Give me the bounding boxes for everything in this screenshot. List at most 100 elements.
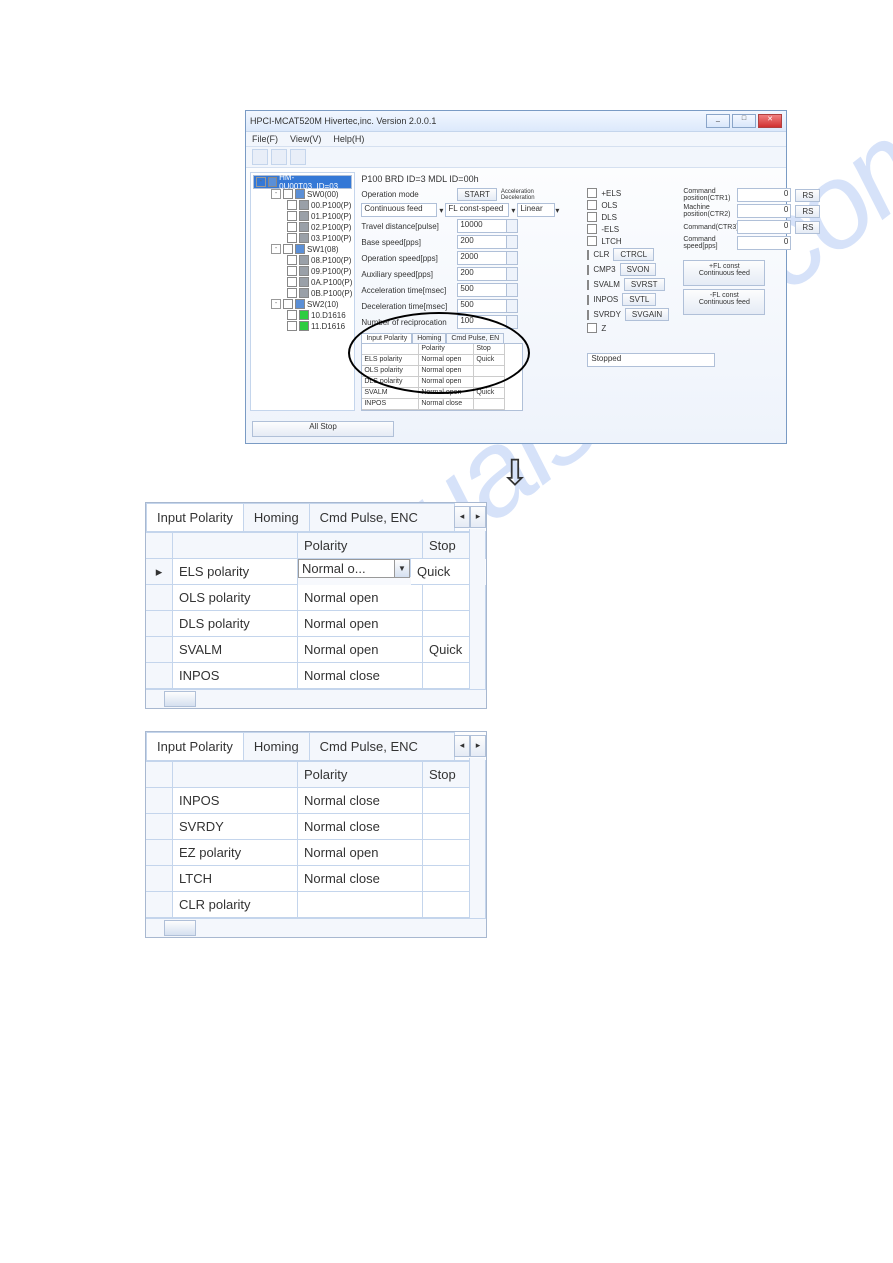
svrst-button[interactable]: SVRST [624,278,665,291]
checkbox[interactable] [287,200,297,210]
grid-cell[interactable]: Normal open [298,840,423,866]
svon-button[interactable]: SVON [620,263,657,276]
tree-item[interactable]: 0B.P100(P) [311,289,352,298]
tree-item[interactable]: 0A.P100(P) [311,278,352,287]
open-icon[interactable] [252,149,268,165]
spinner[interactable] [507,299,518,313]
grid-cell[interactable]: Normal open [298,637,423,663]
spinner[interactable] [507,219,518,233]
checkbox[interactable] [287,266,297,276]
spinner[interactable] [507,235,518,249]
grid-cell[interactable]: INPOS [173,788,298,814]
base-input[interactable]: 200 [457,235,507,249]
close-button[interactable]: ✕ [758,114,782,128]
collapse-icon[interactable]: - [271,189,281,199]
rs-button[interactable]: RS [795,189,820,202]
linear-select[interactable]: Linear [517,203,555,217]
tab-cmd-pulse[interactable]: Cmd Pulse, ENC [309,503,455,531]
maximize-button[interactable]: □ [732,114,756,128]
flconst-select[interactable]: FL const-speed [445,203,509,217]
tree-item[interactable]: 08.P100(P) [311,256,351,265]
spinner[interactable] [507,267,518,281]
collapse-icon[interactable]: - [256,177,266,187]
grid-cell[interactable]: INPOS [362,399,419,410]
all-stop-button[interactable]: All Stop [252,421,394,437]
grid-cell[interactable]: SVALM [362,388,419,399]
grid-cell[interactable]: Normal open [419,355,474,366]
vertical-scrollbar[interactable] [469,758,485,918]
rs-button[interactable]: RS [795,221,820,234]
ctrcl-button[interactable]: CTRCL [613,248,654,261]
tab-homing[interactable]: Homing [243,732,310,760]
tree-item[interactable]: 09.P100(P) [311,267,351,276]
opspeed-input[interactable]: 2000 [457,251,507,265]
collapse-icon[interactable]: - [271,299,281,309]
recip-input[interactable]: 100 [457,315,507,329]
minus-fl-button[interactable]: -FL constContinuous feed [683,289,765,315]
aux-input[interactable]: 200 [457,267,507,281]
grid-cell[interactable]: Normal open [419,388,474,399]
plus-fl-button[interactable]: +FL constContinuous feed [683,260,765,286]
grid-cell[interactable]: Normal close [298,663,423,689]
grid-cell[interactable]: Quick [411,559,474,585]
tree-group[interactable]: SW1(08) [307,245,339,254]
scroll-thumb[interactable] [164,691,196,707]
grid-cell[interactable]: ELS polarity [173,559,298,585]
checkbox[interactable] [287,310,297,320]
tab-cmd-pulse[interactable]: Cmd Pulse, ENC [309,732,455,760]
tab-input-polarity[interactable]: Input Polarity [146,503,244,531]
checkbox[interactable] [283,244,293,254]
grid-cell[interactable]: SVALM [173,637,298,663]
grid-cell[interactable]: CLR polarity [173,892,298,918]
spinner[interactable] [507,283,518,297]
collapse-icon[interactable]: - [271,244,281,254]
menu-view[interactable]: View(V) [290,134,321,144]
grid-cell[interactable]: INPOS [173,663,298,689]
scroll-thumb[interactable] [164,920,196,936]
grid-cell[interactable]: Normal open [298,585,423,611]
checkbox[interactable] [283,189,293,199]
polarity-select[interactable]: Normal o... [298,559,395,578]
grid-cell[interactable]: Quick [474,388,505,399]
chevron-down-icon[interactable]: ▼ [395,559,410,578]
tab-scroll-right[interactable]: ▸ [470,506,486,528]
vertical-scrollbar[interactable] [469,529,485,689]
grid-cell[interactable]: DLS polarity [173,611,298,637]
tab-cmd-pulse[interactable]: Cmd Pulse, EN [446,333,504,344]
menu-file[interactable]: File(F) [252,134,278,144]
contfeed-select[interactable]: Continuous feed [361,203,437,217]
grid-cell[interactable]: Quick [474,355,505,366]
atime-input[interactable]: 500 [457,283,507,297]
grid-cell[interactable]: Normal open [419,377,474,388]
save-icon[interactable] [271,149,287,165]
rs-button[interactable]: RS [795,205,820,218]
tab-scroll-left[interactable]: ◂ [454,735,470,757]
svgain-button[interactable]: SVGAIN [625,308,669,321]
grid-cell[interactable]: LTCH [173,866,298,892]
checkbox[interactable] [283,299,293,309]
help-icon[interactable] [290,149,306,165]
spinner[interactable] [507,251,518,265]
tab-scroll-right[interactable]: ▸ [470,735,486,757]
checkbox[interactable] [287,277,297,287]
checkbox[interactable] [287,211,297,221]
menu-help[interactable]: Help(H) [333,134,364,144]
grid-cell[interactable]: OLS polarity [362,366,419,377]
tree-item[interactable]: 01.P100(P) [311,212,351,221]
checkbox[interactable] [287,255,297,265]
device-tree[interactable]: -HM-0U00T03_ID=03 -SW0(00) 00.P100(P) 01… [250,172,355,411]
grid-cell[interactable]: Normal close [298,866,423,892]
grid-cell[interactable]: Normal open [298,611,423,637]
grid-cell[interactable]: OLS polarity [173,585,298,611]
tree-item[interactable]: 00.P100(P) [311,201,351,210]
grid-cell[interactable]: ELS polarity [362,355,419,366]
grid-cell[interactable]: Normal close [419,399,474,410]
spinner[interactable] [507,315,518,329]
minimize-button[interactable]: _ [706,114,730,128]
tree-item[interactable]: 10.D1616 [311,311,346,320]
tab-input-polarity[interactable]: Input Polarity [361,333,412,344]
grid-cell[interactable]: Normal close [298,788,423,814]
tree-item[interactable]: 02.P100(P) [311,223,351,232]
svtl-button[interactable]: SVTL [622,293,656,306]
tree-item[interactable]: 11.D1616 [311,322,345,331]
